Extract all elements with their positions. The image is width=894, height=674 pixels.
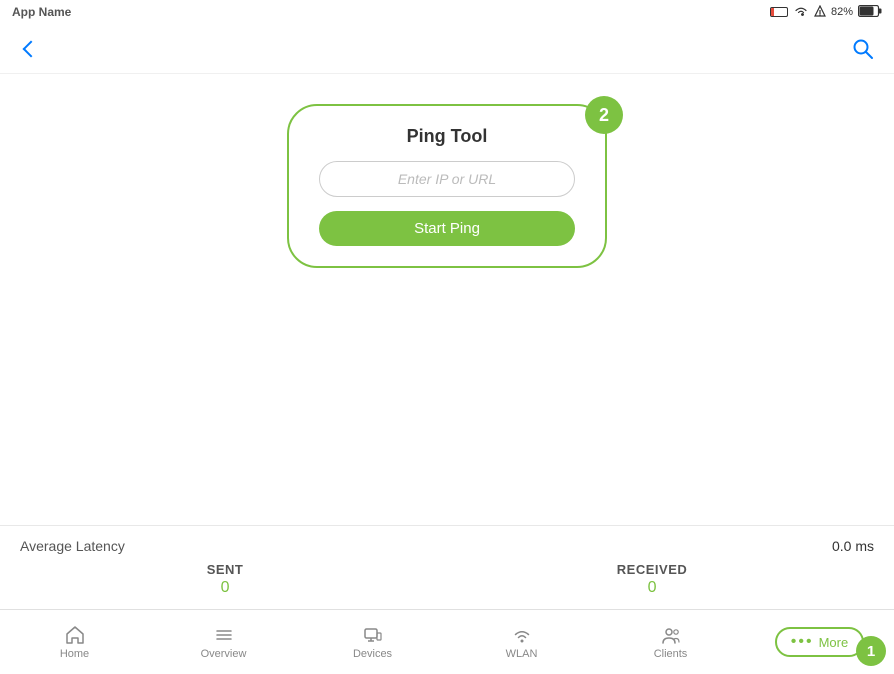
sent-value: 0 [221,579,230,597]
battery-icon [858,5,882,20]
received-label: RECEIVED [617,562,687,577]
nav-item-wlan[interactable]: WLAN [447,610,596,674]
nav-item-devices[interactable]: Devices [298,610,447,674]
more-dots-icon: ••• [791,633,814,651]
more-badge-1: 1 [856,636,886,666]
ping-tool-title: Ping Tool [407,126,488,147]
wifi-status-icon [793,5,809,20]
received-value: 0 [648,579,657,597]
overview-icon [214,625,234,645]
received-stat: RECEIVED 0 [617,562,687,597]
home-label: Home [60,648,89,660]
stats-row: SENT 0 RECEIVED 0 [20,562,874,597]
battery-percent: 82% [831,6,853,18]
nav-item-home[interactable]: Home [0,610,149,674]
search-button[interactable] [848,34,878,64]
bottom-nav: Home Overview Devices WLAN [0,609,894,674]
start-ping-button[interactable]: Start Ping [319,211,575,246]
carrier-label: App Name [12,5,71,19]
back-chevron-icon [23,40,40,57]
status-indicators: 82% [770,5,882,20]
overview-label: Overview [201,648,247,660]
more-label: More [819,635,849,650]
sent-stat: SENT 0 [207,562,244,597]
main-content: Ping Tool Start Ping 2 Average Latency 0… [0,74,894,609]
status-bar: App Name 82% [0,0,894,24]
header [0,24,894,74]
battery-red-icon [770,7,788,17]
avg-latency-row: Average Latency 0.0 ms [20,538,874,554]
wlan-icon [512,625,532,645]
avg-latency-value: 0.0 ms [832,538,874,554]
ping-tool-card: Ping Tool Start Ping 2 [287,104,607,268]
devices-icon [363,625,383,645]
clients-icon [661,625,681,645]
nav-item-clients[interactable]: Clients [596,610,745,674]
ping-badge-2: 2 [585,96,623,134]
ip-url-input[interactable] [319,161,575,197]
avg-latency-label: Average Latency [20,538,125,554]
nav-item-more[interactable]: ••• More 1 [745,610,894,674]
search-icon [852,38,874,60]
nav-item-overview[interactable]: Overview [149,610,298,674]
more-pill: ••• More [775,627,864,657]
sent-label: SENT [207,562,244,577]
back-button[interactable] [16,34,46,64]
wlan-label: WLAN [506,648,538,660]
home-icon [65,625,85,645]
devices-label: Devices [353,648,392,660]
stats-section: Average Latency 0.0 ms SENT 0 RECEIVED 0 [0,525,894,609]
clients-label: Clients [654,648,688,660]
signal-icon [814,5,826,20]
